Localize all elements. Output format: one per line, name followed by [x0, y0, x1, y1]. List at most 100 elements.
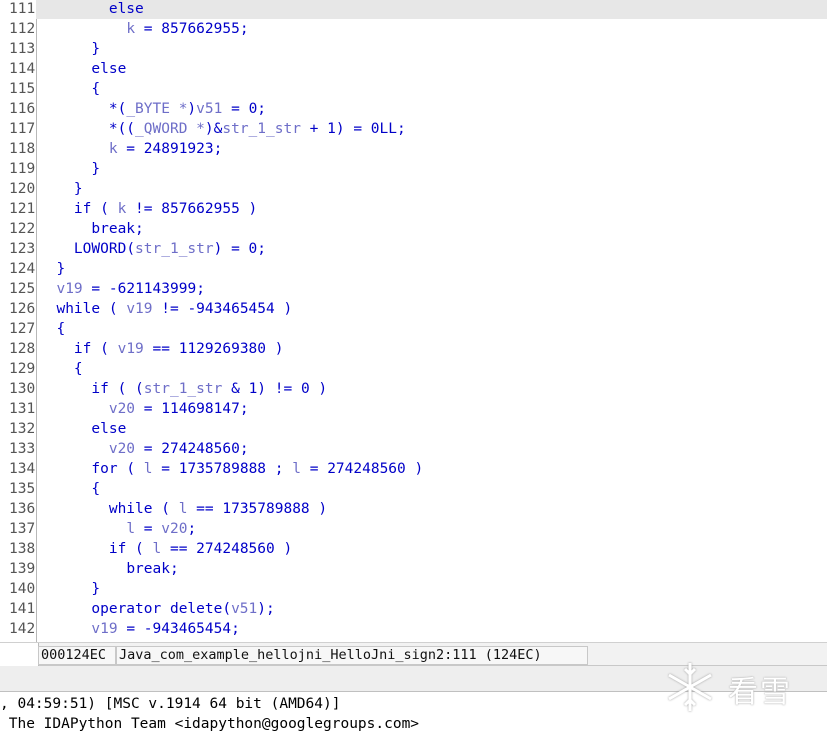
- line-number: 131: [0, 399, 36, 419]
- code-token: =: [152, 461, 179, 477]
- code-line[interactable]: 119 }: [0, 159, 827, 179]
- code-line[interactable]: 124 }: [0, 259, 827, 279]
- code-token: &: [222, 381, 249, 397]
- line-number: 125: [0, 279, 36, 299]
- code-token: 1: [327, 121, 336, 137]
- line-number: 136: [0, 499, 36, 519]
- code-line[interactable]: 136 while ( l == 1735789888 ): [0, 499, 827, 519]
- code-token: v51: [196, 101, 223, 117]
- code-line[interactable]: 126 while ( v19 != -943465454 ): [0, 299, 827, 319]
- code-token: str_1_str: [135, 241, 214, 257]
- code-token: 1735789888: [222, 501, 310, 517]
- code-text: LOWORD(str_1_str) = 0;: [39, 239, 266, 259]
- code-text: v20 = 114698147;: [39, 399, 249, 419]
- code-token: ;: [169, 561, 179, 577]
- code-line[interactable]: 140 }: [0, 579, 827, 599]
- code-token: (: [222, 601, 232, 617]
- code-token: }: [56, 261, 66, 277]
- code-line[interactable]: 118 k = 24891923;: [0, 139, 827, 159]
- line-number: 142: [0, 619, 36, 639]
- line-number: 111: [0, 0, 36, 19]
- code-token: ==: [187, 501, 223, 517]
- code-line[interactable]: 142 v19 = -943465454;: [0, 619, 827, 639]
- code-token: v20: [161, 521, 188, 537]
- code-line[interactable]: 117 *((_QWORD *)&str_1_str + 1) = 0LL;: [0, 119, 827, 139]
- code-line[interactable]: 125 v19 = -621143999;: [0, 279, 827, 299]
- code-token: ): [405, 461, 424, 477]
- code-line[interactable]: 113 }: [0, 39, 827, 59]
- code-line[interactable]: 139 break;: [0, 559, 827, 579]
- code-token: +: [300, 121, 328, 137]
- output-line: The IDAPython Team <idapython@googlegrou…: [0, 716, 420, 732]
- line-number: 140: [0, 579, 36, 599]
- code-token: if: [108, 541, 127, 557]
- code-line[interactable]: 138 if ( l == 274248560 ): [0, 539, 827, 559]
- code-token: ) =: [335, 121, 371, 137]
- code-line[interactable]: 116 *(_BYTE *)v51 = 0;: [0, 99, 827, 119]
- code-line[interactable]: 141 operator delete(v51);: [0, 599, 827, 619]
- code-token: for: [91, 461, 118, 477]
- code-text: *((_QWORD *)&str_1_str + 1) = 0LL;: [39, 119, 406, 139]
- code-token: -621143999: [108, 281, 197, 297]
- code-line[interactable]: 134 for ( l = 1735789888 ; l = 274248560…: [0, 459, 827, 479]
- code-text: else: [39, 419, 126, 439]
- code-token: }: [91, 161, 101, 177]
- code-line[interactable]: 114 else: [0, 59, 827, 79]
- code-token: ): [274, 301, 293, 317]
- code-line[interactable]: 135 {: [0, 479, 827, 499]
- code-text: v19 = -621143999;: [39, 279, 204, 299]
- code-text: {: [39, 319, 65, 339]
- code-token: *(: [108, 101, 127, 117]
- code-line[interactable]: 121 if ( k != 857662955 ): [0, 199, 827, 219]
- code-line[interactable]: 137 l = v20;: [0, 519, 827, 539]
- code-text: while ( v19 != -943465454 ): [39, 299, 292, 319]
- code-token: (: [152, 501, 179, 517]
- code-token: ): [239, 201, 258, 217]
- watermark-text: 看雪: [728, 675, 792, 710]
- code-token: =: [135, 21, 162, 37]
- code-token: ;: [239, 401, 249, 417]
- code-token: 857662955: [161, 201, 240, 217]
- code-text: else: [39, 0, 144, 19]
- code-token: else: [108, 1, 144, 17]
- code-line[interactable]: 112 k = 857662955;: [0, 19, 827, 39]
- code-token: 274248560: [161, 441, 240, 457]
- code-line[interactable]: 133 v20 = 274248560;: [0, 439, 827, 459]
- code-token: ;: [266, 461, 293, 477]
- code-token: =: [222, 101, 249, 117]
- line-number: 119: [0, 159, 36, 179]
- code-token: break: [126, 561, 170, 577]
- code-line[interactable]: 130 if ( (str_1_str & 1) != 0 ): [0, 379, 827, 399]
- code-line[interactable]: 123 LOWORD(str_1_str) = 0;: [0, 239, 827, 259]
- code-token: ==: [161, 541, 197, 557]
- line-number: 112: [0, 19, 36, 39]
- code-line[interactable]: 111 else: [0, 0, 827, 19]
- code-token: 1129269380: [178, 341, 267, 357]
- line-number: 130: [0, 379, 36, 399]
- code-line[interactable]: 131 v20 = 114698147;: [0, 399, 827, 419]
- code-line[interactable]: 132 else: [0, 419, 827, 439]
- code-token: v19: [91, 621, 118, 637]
- line-number: 120: [0, 179, 36, 199]
- code-token: ;: [397, 121, 406, 137]
- line-number: 124: [0, 259, 36, 279]
- code-line[interactable]: 128 if ( v19 == 1129269380 ): [0, 339, 827, 359]
- code-line[interactable]: 122 break;: [0, 219, 827, 239]
- code-line[interactable]: 127 {: [0, 319, 827, 339]
- pseudocode-view[interactable]: 111 else 112 k = 857662955; 113 } 114 else 1…: [0, 0, 827, 642]
- code-line[interactable]: 129 {: [0, 359, 827, 379]
- line-number: 118: [0, 139, 36, 159]
- code-line[interactable]: 120 }: [0, 179, 827, 199]
- code-token: ): [187, 101, 197, 117]
- code-token: =: [117, 621, 144, 637]
- code-line[interactable]: 115 {: [0, 79, 827, 99]
